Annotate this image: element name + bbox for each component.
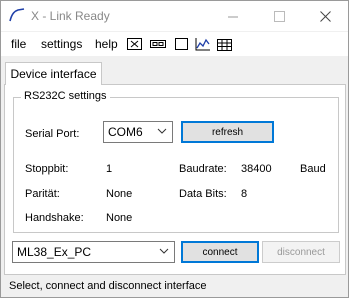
maximize-icon	[273, 10, 285, 22]
refresh-button[interactable]: refresh	[181, 121, 274, 143]
menu-bar: file settings help	[1, 32, 348, 56]
paritat-value: None	[106, 188, 133, 200]
stoppbit-value: 1	[106, 163, 113, 175]
close-icon	[319, 10, 331, 22]
table-icon[interactable]	[217, 37, 233, 51]
title-bar[interactable]: X - Link Ready	[1, 1, 348, 31]
group-title: RS232C settings	[21, 90, 110, 102]
minimize-button[interactable]	[210, 1, 256, 31]
handshake-value: None	[106, 212, 133, 224]
baudrate-value: 38400	[241, 163, 272, 175]
connection-icon[interactable]	[150, 37, 166, 51]
status-text: Select, connect and disconnect interface	[9, 280, 207, 292]
chevron-down-icon	[159, 248, 169, 254]
tab-device-interface[interactable]: Device interface	[5, 62, 102, 85]
menu-file[interactable]: file	[11, 37, 26, 51]
connect-button[interactable]: connect	[181, 241, 259, 263]
baudrate-label: Baudrate:	[179, 163, 227, 175]
paritat-label: Parität:	[25, 188, 60, 200]
baudrate-unit: Baud	[300, 163, 326, 175]
stoppbit-label: Stoppbit:	[25, 163, 69, 175]
blank-window-icon[interactable]	[174, 37, 190, 51]
chevron-down-icon	[157, 128, 167, 134]
menu-help[interactable]: help	[95, 37, 118, 51]
close-button[interactable]	[302, 1, 348, 31]
handshake-label: Handshake:	[25, 212, 84, 224]
serial-port-label: Serial Port:	[25, 128, 80, 140]
close-window-icon[interactable]	[127, 37, 143, 51]
databits-value: 8	[241, 188, 248, 200]
status-bar: Select, connect and disconnect interface	[1, 276, 348, 297]
disconnect-button[interactable]: disconnect	[262, 241, 340, 263]
app-logo-icon	[9, 8, 25, 22]
app-window: X - Link Ready file settings help Device…	[0, 0, 349, 298]
device-select[interactable]: ML38_Ex_PC	[12, 241, 175, 263]
rs232-group: RS232C settings Serial Port: Stoppbit: 1…	[13, 90, 339, 233]
serial-port-select[interactable]: COM6	[103, 121, 173, 143]
window-title: X - Link Ready	[31, 9, 110, 23]
menu-settings[interactable]: settings	[41, 37, 82, 51]
chart-icon[interactable]	[195, 37, 211, 51]
device-select-value: ML38_Ex_PC	[17, 245, 92, 259]
minimize-icon	[227, 16, 238, 17]
databits-label: Data Bits:	[179, 188, 227, 200]
serial-port-value: COM6	[108, 125, 143, 139]
maximize-button[interactable]	[256, 1, 302, 31]
